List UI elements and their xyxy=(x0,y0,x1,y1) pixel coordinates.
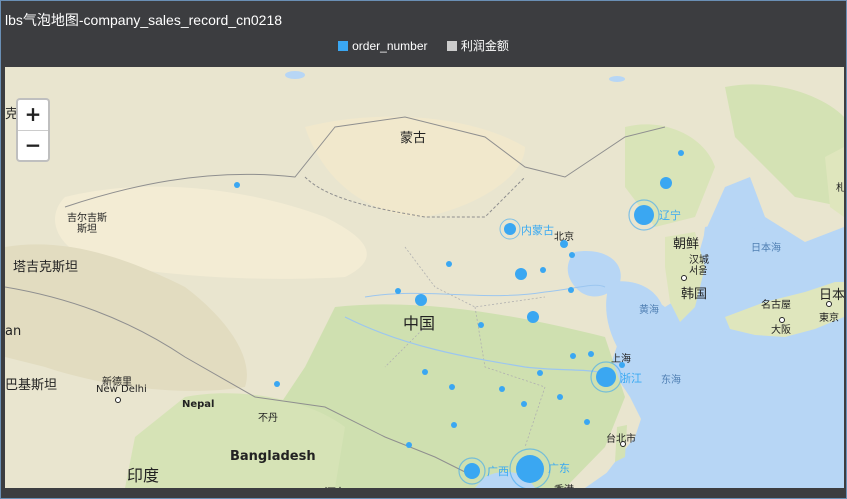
zoom-in-button[interactable]: + xyxy=(18,100,48,131)
bubble[interactable] xyxy=(570,353,576,359)
city-marker-tokyo xyxy=(826,301,832,307)
bubble-zhejiang[interactable] xyxy=(596,367,616,387)
bubble[interactable] xyxy=(515,268,527,280)
bubble[interactable] xyxy=(274,381,280,387)
zoom-out-button[interactable]: − xyxy=(18,131,48,161)
bubble[interactable] xyxy=(527,311,539,323)
bubble[interactable] xyxy=(584,419,590,425)
bubble[interactable] xyxy=(449,384,455,390)
bubble-guangdong[interactable] xyxy=(516,455,544,483)
bubble[interactable] xyxy=(415,294,427,306)
city-marker-seoul xyxy=(681,275,687,281)
city-marker-osaka xyxy=(779,317,785,323)
bubble[interactable] xyxy=(678,150,684,156)
bubble[interactable] xyxy=(478,322,484,328)
bubble[interactable] xyxy=(395,288,401,294)
bubble[interactable] xyxy=(537,370,543,376)
bubble-liaoning[interactable] xyxy=(634,205,654,225)
chart-title: lbs气泡地图-company_sales_record_cn0218 xyxy=(5,12,283,28)
legend-label-order-number: order_number xyxy=(352,38,428,53)
zoom-control: + − xyxy=(16,98,50,162)
bubble-layer xyxy=(115,150,832,488)
bubble[interactable] xyxy=(422,369,428,375)
map-canvas[interactable]: 蒙古 吉尔吉斯 斯坦 塔吉克斯坦 中国 巴基斯坦 an 克 新德里 New De… xyxy=(5,67,844,488)
legend: order_number 利润金额 xyxy=(1,37,846,54)
bubble[interactable] xyxy=(234,182,240,188)
bubble[interactable] xyxy=(569,252,575,258)
bottom-bar xyxy=(1,489,846,498)
bubble[interactable] xyxy=(619,362,625,368)
chart-frame: lbs气泡地图-company_sales_record_cn0218 orde… xyxy=(0,0,847,499)
bubble[interactable] xyxy=(557,394,563,400)
bubble[interactable] xyxy=(451,422,457,428)
city-marker-new-delhi xyxy=(115,397,121,403)
bubble-beijing[interactable] xyxy=(560,240,568,248)
bubble-guangxi[interactable] xyxy=(464,463,480,479)
legend-swatch-order-number xyxy=(338,40,349,51)
bubble[interactable] xyxy=(499,386,505,392)
city-marker-taipei xyxy=(620,441,626,447)
bubble[interactable] xyxy=(406,442,412,448)
legend-item-profit[interactable]: 利润金额 xyxy=(446,37,509,54)
bubble[interactable] xyxy=(660,177,672,189)
legend-swatch-profit xyxy=(446,40,457,51)
bubble[interactable] xyxy=(568,287,574,293)
bubble-neimenggu[interactable] xyxy=(504,223,516,235)
bubble[interactable] xyxy=(588,351,594,357)
bubble[interactable] xyxy=(521,401,527,407)
bubble[interactable] xyxy=(446,261,452,267)
bubble[interactable] xyxy=(540,267,546,273)
legend-item-order-number[interactable]: order_number xyxy=(338,38,428,53)
legend-label-profit: 利润金额 xyxy=(460,39,509,53)
